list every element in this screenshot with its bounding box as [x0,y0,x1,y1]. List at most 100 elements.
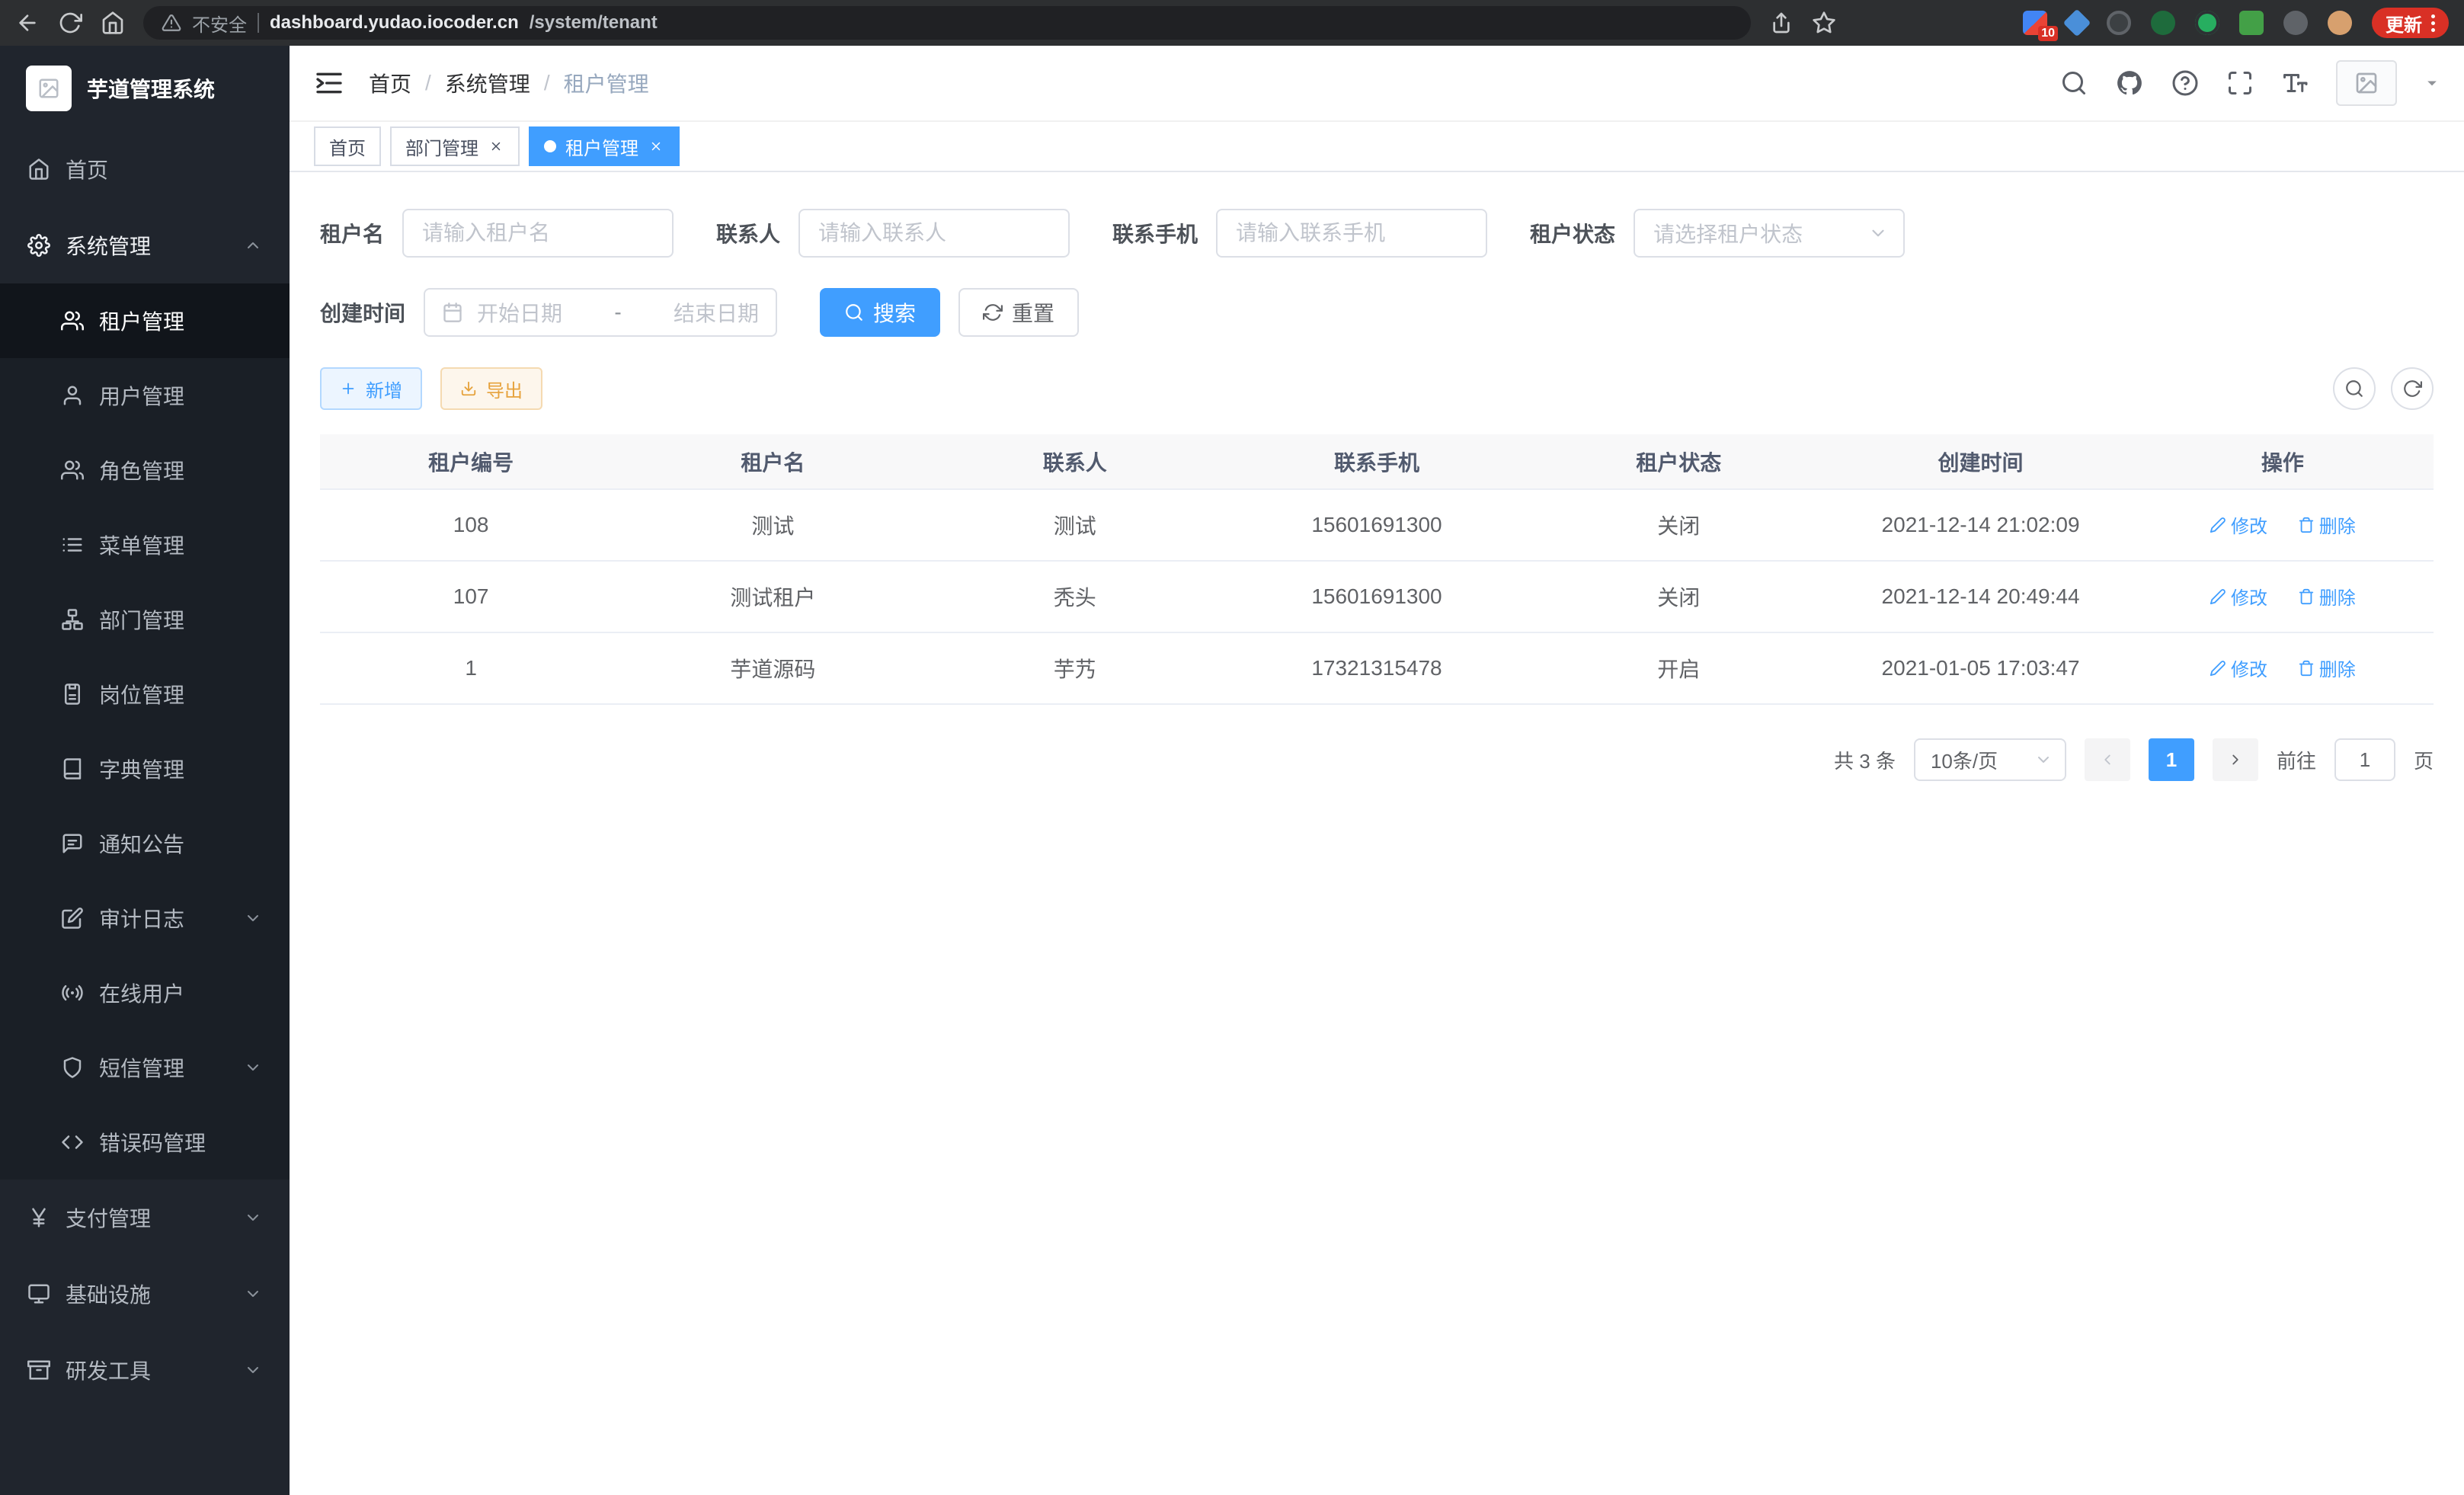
sidebar-item-label: 短信管理 [99,1052,184,1083]
sidebar-item-system[interactable]: 系统管理 [0,207,290,283]
sidebar-item-infra[interactable]: 基础设施 [0,1256,290,1332]
extensions-area: 10 更新 [2023,8,2449,38]
collapse-sidebar-icon[interactable] [314,68,344,98]
avatar[interactable] [2336,60,2397,106]
tag-label: 部门管理 [405,133,478,160]
back-icon[interactable] [15,11,40,35]
prev-page-button[interactable] [2085,738,2130,781]
app-title: 芋道管理系统 [87,73,215,104]
reset-button[interactable]: 重置 [958,288,1079,337]
close-icon[interactable] [648,138,664,155]
sidebar-item-label: 岗位管理 [99,679,184,709]
filter-row-1: 租户名 联系人 联系手机 租户状态 请选择租户状态 [320,209,2434,258]
puzzle-extension-icon[interactable] [2283,11,2308,35]
field-label: 联系人 [716,218,780,248]
sidebar-item-errorcode[interactable]: 错误码管理 [0,1105,290,1180]
sidebar: 芋道管理系统 首页 系统管理 租户管理 用户管理 [0,46,290,1495]
sidebar-item-label: 字典管理 [99,754,184,784]
calendar-icon [442,302,463,323]
edit-link[interactable]: 修改 [2210,655,2267,681]
browser-update-button[interactable]: 更新 [2372,8,2449,38]
sidebar-item-online-user[interactable]: 在线用户 [0,956,290,1030]
home-icon[interactable] [101,11,125,35]
code-icon [61,1131,84,1154]
status-select[interactable]: 请选择租户状态 [1634,209,1905,258]
mobile-input[interactable] [1216,209,1487,258]
sidebar-item-menu[interactable]: 菜单管理 [0,507,290,582]
edit-link[interactable]: 修改 [2210,583,2267,610]
sidebar-item-home[interactable]: 首页 [0,131,290,207]
breadcrumb-system[interactable]: 系统管理 [445,68,530,98]
fullscreen-icon[interactable] [2226,69,2254,97]
bookmark-star-icon[interactable] [1812,11,1836,35]
sidebar-item-dict[interactable]: 字典管理 [0,731,290,806]
users-icon [61,309,84,332]
tag-tenant[interactable]: 租户管理 [529,126,680,166]
refresh-button[interactable] [2391,367,2434,410]
sidebar-item-pay[interactable]: 支付管理 [0,1180,290,1256]
goto-page-input[interactable] [2334,738,2395,781]
page-number-button[interactable]: 1 [2149,738,2194,781]
chevron-down-icon [244,1208,262,1227]
cell-tenant-name: 测试 [622,489,923,561]
tag-home[interactable]: 首页 [314,126,381,166]
column-header: 租户名 [622,434,923,489]
close-icon[interactable] [488,138,504,155]
delete-link[interactable]: 删除 [2298,511,2356,538]
security-label: 不安全 [192,10,247,37]
breadcrumb-home[interactable]: 首页 [369,68,411,98]
extension-icon[interactable] [2239,11,2264,35]
contact-input[interactable] [798,209,1070,258]
next-page-button[interactable] [2213,738,2258,781]
page-size-select[interactable]: 10条/页 [1914,738,2066,781]
export-button[interactable]: 导出 [440,367,542,410]
roles-icon [61,459,84,482]
add-button[interactable]: 新增 [320,367,422,410]
field-label: 联系手机 [1112,218,1198,248]
sidebar-item-sms[interactable]: 短信管理 [0,1030,290,1105]
show-search-toggle-button[interactable] [2333,367,2376,410]
share-icon[interactable] [1769,11,1794,35]
caret-down-icon[interactable] [2424,75,2440,91]
user-icon [61,384,84,407]
sidebar-item-post[interactable]: 岗位管理 [0,657,290,731]
extension-icon[interactable] [2195,11,2219,35]
search-button[interactable]: 搜索 [820,288,940,337]
chevron-down-icon [244,1361,262,1379]
extension-icon[interactable] [2063,9,2091,37]
sidebar-item-role[interactable]: 角色管理 [0,433,290,507]
reload-icon[interactable] [58,11,82,35]
extension-icon[interactable]: 10 [2023,11,2047,35]
date-range-picker[interactable]: 开始日期 - 结束日期 [424,288,777,337]
logo[interactable]: 芋道管理系统 [0,46,290,131]
url-bar[interactable]: 不安全 dashboard.yudao.iocoder.cn/system/te… [143,6,1751,40]
font-size-icon[interactable] [2281,69,2309,97]
extension-icon[interactable] [2151,11,2175,35]
cell-status: 开启 [1528,632,1829,704]
sidebar-item-dept[interactable]: 部门管理 [0,582,290,657]
tenant-name-input[interactable] [402,209,674,258]
field-label: 租户名 [320,218,384,248]
chevron-down-icon [244,909,262,927]
tag-dept[interactable]: 部门管理 [390,126,520,166]
help-icon[interactable] [2171,69,2199,97]
search-icon[interactable] [2060,69,2088,97]
extension-icon[interactable] [2107,11,2131,35]
shield-icon [61,1056,84,1079]
sidebar-item-label: 用户管理 [99,380,184,411]
profile-avatar[interactable] [2328,11,2352,35]
sidebar-item-user[interactable]: 用户管理 [0,358,290,433]
yen-icon [27,1206,50,1229]
add-button-label: 新增 [366,376,402,402]
filter-status: 租户状态 请选择租户状态 [1530,209,1905,258]
field-label: 创建时间 [320,297,405,328]
sidebar-item-tenant[interactable]: 租户管理 [0,283,290,358]
cell-tenant-id: 107 [320,561,622,632]
sidebar-item-notice[interactable]: 通知公告 [0,806,290,881]
delete-link[interactable]: 删除 [2298,583,2356,610]
github-icon[interactable] [2115,69,2144,98]
sidebar-item-audit-log[interactable]: 审计日志 [0,881,290,956]
edit-link[interactable]: 修改 [2210,511,2267,538]
sidebar-item-devtools[interactable]: 研发工具 [0,1332,290,1408]
delete-link[interactable]: 删除 [2298,655,2356,681]
